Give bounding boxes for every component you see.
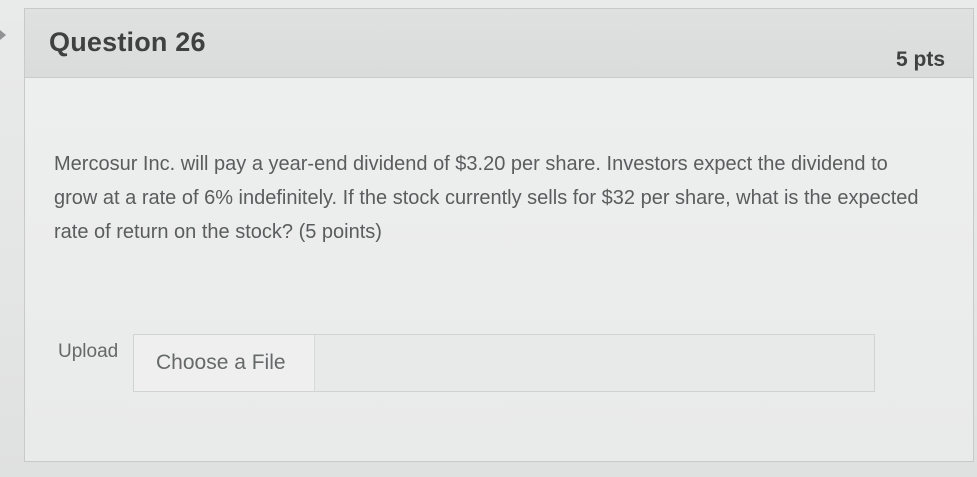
question-points: 5 pts bbox=[895, 48, 945, 71]
question-header: Question 26 5 pts bbox=[25, 9, 973, 78]
question-title: Question 26 bbox=[49, 27, 206, 57]
upload-label: Upload bbox=[58, 341, 119, 362]
choose-file-button[interactable]: Choose a File bbox=[134, 335, 315, 391]
question-text: Mercosur Inc. will pay a year-end divide… bbox=[54, 153, 919, 243]
question-card: Question 26 5 pts Mercosur Inc. will pay… bbox=[24, 8, 974, 462]
question-nav-arrow bbox=[0, 30, 6, 40]
file-upload-field[interactable]: Choose a File bbox=[133, 334, 875, 392]
selected-file-name bbox=[315, 335, 874, 391]
